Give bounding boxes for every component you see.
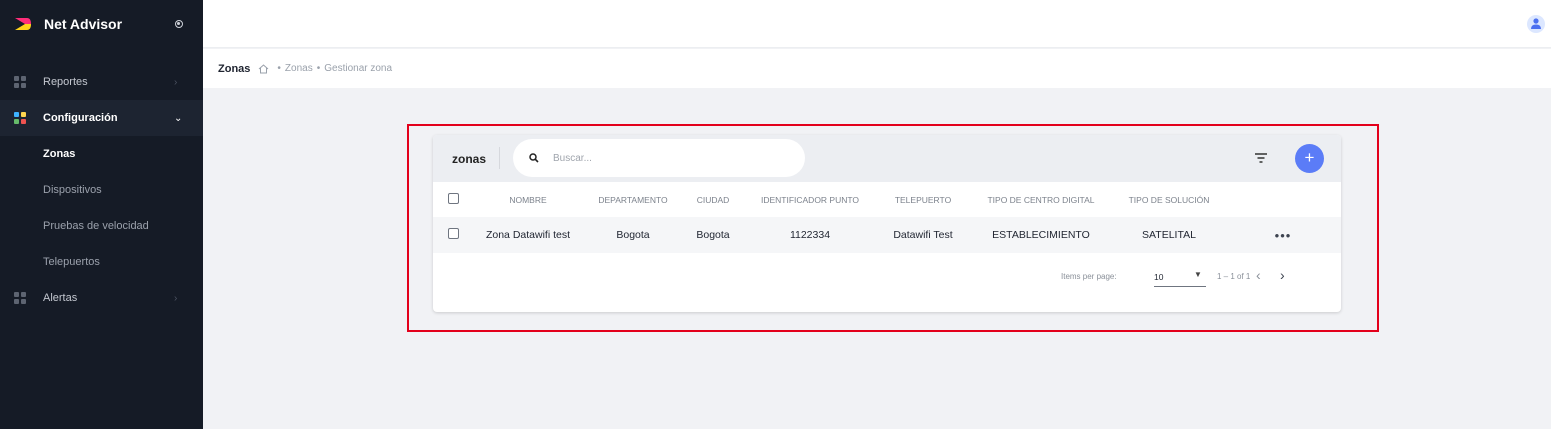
row-actions-cell: ••• xyxy=(1225,217,1341,253)
grid-icon xyxy=(14,292,26,304)
user-icon xyxy=(1531,18,1541,29)
sidebar-item-configuracion[interactable]: Configuración ⌄ xyxy=(0,100,203,136)
column-header-ciudad[interactable]: CIUDAD xyxy=(683,182,743,217)
paginator: Items per page: 10 ▼ 1 – 1 of 1 ‹ › xyxy=(433,261,1341,301)
cell-tipo-centro-digital: ESTABLECIMIENTO xyxy=(969,217,1113,253)
select-all-checkbox[interactable] xyxy=(447,193,459,204)
chevron-right-icon: › xyxy=(174,293,178,304)
filter-icon[interactable] xyxy=(1254,152,1268,164)
user-menu-button[interactable] xyxy=(1527,15,1545,33)
column-header-identificador-punto[interactable]: IDENTIFICADOR PUNTO xyxy=(743,182,877,217)
zones-card: zonas + NOMBRE DEPARTAMENTO CIUDAD xyxy=(433,135,1341,312)
breadcrumb-separator: • xyxy=(277,63,281,74)
cell-nombre: Zona Datawifi test xyxy=(473,217,583,253)
cell-tipo-solucion: SATELITAL xyxy=(1113,217,1225,253)
grid-icon xyxy=(14,112,26,124)
cell-telepuerto: Datawifi Test xyxy=(877,217,969,253)
breadcrumb: Zonas • Zonas • Gestionar zona xyxy=(203,49,1551,88)
sidebar-item-label: Configuración xyxy=(43,112,118,124)
sidebar-item-alertas[interactable]: Alertas › xyxy=(0,280,203,316)
page-title: Zonas xyxy=(218,62,251,75)
page-range-label: 1 – 1 of 1 xyxy=(1217,272,1251,281)
column-header-departamento[interactable]: DEPARTAMENTO xyxy=(583,182,683,217)
sidebar-subitem-zonas[interactable]: Zonas xyxy=(0,136,203,172)
page-size-select[interactable]: 10 ▼ xyxy=(1154,269,1206,287)
column-header-telepuerto[interactable]: TELEPUERTO xyxy=(877,182,969,217)
row-select-cell xyxy=(433,217,473,253)
sidebar-item-reportes[interactable]: Reportes › xyxy=(0,64,203,100)
column-header-tipo-solucion[interactable]: TIPO DE SOLUCIÓN xyxy=(1113,182,1225,217)
breadcrumb-current: Gestionar zona xyxy=(324,63,393,74)
brand-logo-icon xyxy=(15,18,31,30)
divider xyxy=(499,147,500,169)
row-checkbox[interactable] xyxy=(447,228,459,239)
sidebar-menu: Reportes › Configuración ⌄ Zonas Disposi… xyxy=(0,64,203,316)
radio-icon[interactable] xyxy=(175,20,183,28)
chevron-right-icon: › xyxy=(174,77,178,88)
breadcrumb-link-zonas[interactable]: Zonas xyxy=(285,63,313,74)
add-zone-button[interactable]: + xyxy=(1295,144,1324,173)
search-icon xyxy=(529,153,539,163)
more-icon[interactable]: ••• xyxy=(1275,228,1292,243)
sidebar-item-label: Reportes xyxy=(43,76,88,88)
breadcrumb-separator: • xyxy=(316,63,321,74)
chevron-right-icon[interactable]: › xyxy=(1280,267,1285,283)
cell-ciudad: Bogota xyxy=(683,217,743,253)
sidebar-subitem-telepuertos[interactable]: Telepuertos xyxy=(0,244,203,280)
table-row[interactable]: Zona Datawifi test Bogota Bogota 1122334… xyxy=(433,217,1341,253)
card-header: zonas + xyxy=(433,135,1341,182)
card-title: zonas xyxy=(452,151,487,166)
cell-identificador-punto: 1122334 xyxy=(743,217,877,253)
search-box[interactable] xyxy=(513,139,805,177)
table-header-row: NOMBRE DEPARTAMENTO CIUDAD IDENTIFICADOR… xyxy=(433,182,1341,217)
zones-table: NOMBRE DEPARTAMENTO CIUDAD IDENTIFICADOR… xyxy=(433,182,1341,253)
column-header-tipo-centro-digital[interactable]: TIPO DE CENTRO DIGITAL xyxy=(969,182,1113,217)
top-bar xyxy=(203,0,1551,48)
column-header-actions xyxy=(1225,182,1341,217)
brand-name: Net Advisor xyxy=(44,16,123,32)
grid-icon xyxy=(14,76,26,88)
sidebar: Net Advisor Reportes › Configuración ⌄ Z… xyxy=(0,0,203,429)
caret-down-icon: ▼ xyxy=(1194,270,1202,279)
search-input[interactable] xyxy=(553,152,773,164)
column-header-nombre[interactable]: NOMBRE xyxy=(473,182,583,217)
brand[interactable]: Net Advisor xyxy=(0,0,203,48)
items-per-page-label: Items per page: xyxy=(1061,272,1117,281)
sidebar-subitem-dispositivos[interactable]: Dispositivos xyxy=(0,172,203,208)
chevron-down-icon: ⌄ xyxy=(174,113,183,124)
header-select-cell xyxy=(433,182,473,217)
sidebar-subitem-pruebas-velocidad[interactable]: Pruebas de velocidad xyxy=(0,208,203,244)
home-icon[interactable] xyxy=(258,63,269,74)
page-size-value: 10 xyxy=(1154,272,1164,282)
chevron-left-icon[interactable]: ‹ xyxy=(1256,267,1261,283)
sidebar-item-label: Alertas xyxy=(43,292,78,304)
cell-departamento: Bogota xyxy=(583,217,683,253)
